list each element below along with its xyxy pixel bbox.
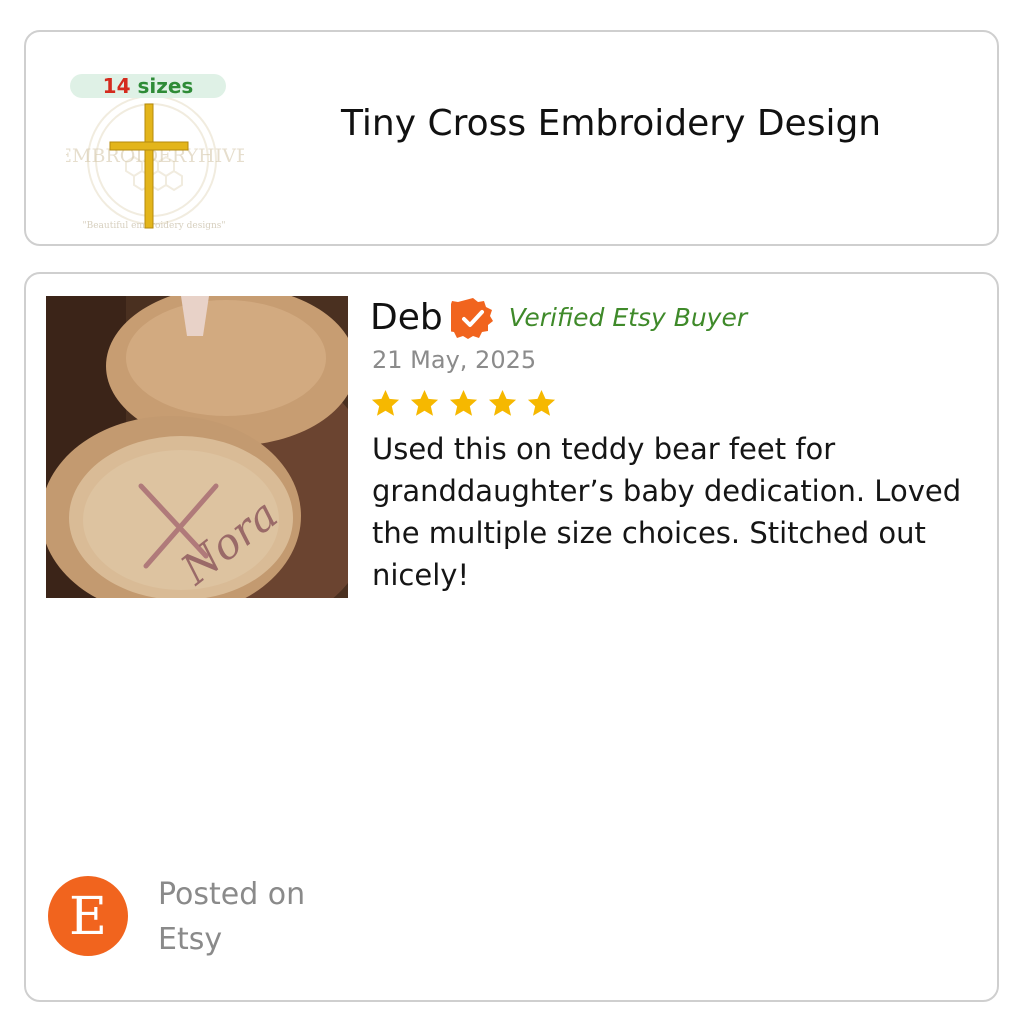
etsy-logo-letter: E xyxy=(69,887,107,947)
product-title[interactable]: Tiny Cross Embroidery Design xyxy=(341,102,881,146)
review-text: Used this on teddy bear feet for grandda… xyxy=(372,432,962,592)
star-icon xyxy=(487,388,518,419)
star-rating xyxy=(370,388,557,419)
star-icon xyxy=(409,388,440,419)
product-card[interactable]: EMBROIDERYHIVE "Beautiful embroidery des… xyxy=(24,30,999,246)
sizes-count: 14 xyxy=(102,74,131,98)
star-icon xyxy=(370,388,401,419)
review-card: Nora Deb Verified Etsy Buyer 21 May, 202… xyxy=(24,272,999,1002)
verified-badge-icon xyxy=(450,298,493,339)
watermark-tagline: "Beautiful embroidery designs" xyxy=(82,221,225,231)
review-photo[interactable]: Nora xyxy=(46,296,348,598)
reviewer-name: Deb xyxy=(370,297,443,338)
product-thumbnail: EMBROIDERYHIVE "Beautiful embroidery des… xyxy=(66,72,244,232)
review-date: 21 May, 2025 xyxy=(372,346,537,374)
sizes-label: sizes xyxy=(137,74,194,98)
star-icon xyxy=(526,388,557,419)
teddy-bear-photo: Nora xyxy=(46,296,348,598)
etsy-logo-icon[interactable]: E xyxy=(48,876,128,956)
reviewer-row: Deb Verified Etsy Buyer xyxy=(370,294,747,342)
sizes-badge: 14 sizes xyxy=(70,74,226,98)
verified-buyer-label: Verified Etsy Buyer xyxy=(508,303,748,332)
posted-on-label: Posted on Etsy xyxy=(158,877,306,957)
star-icon xyxy=(448,388,479,419)
